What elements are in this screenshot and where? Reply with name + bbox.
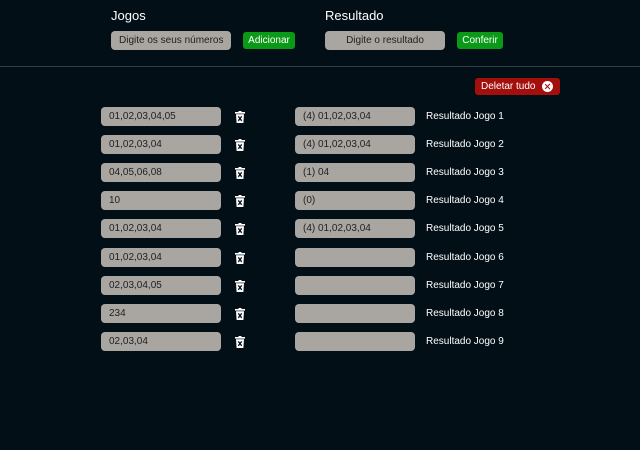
trash-x-icon[interactable] [235, 307, 245, 320]
game-result-field: (4) 01,02,03,04 [295, 135, 415, 155]
header-divider [0, 66, 640, 67]
game-row: 02,03,04 Resultado Jogo 9 [0, 331, 640, 352]
game-numbers-field[interactable]: 04,05,06,08 [101, 163, 221, 183]
game-row: 01,02,03,04,05 (4) 01,02,03,04 Resultado… [0, 107, 640, 127]
game-result-field: (0) [295, 191, 415, 211]
game-numbers-field[interactable]: 02,03,04 [101, 331, 221, 351]
add-button[interactable]: Adicionar [243, 32, 295, 49]
trash-x-icon[interactable] [235, 251, 245, 264]
game-row: 01,02,03,04 (4) 01,02,03,04 Resultado Jo… [0, 135, 640, 155]
trash-x-icon[interactable] [235, 195, 245, 208]
trash-x-icon[interactable] [235, 279, 245, 292]
game-result-field [295, 247, 415, 267]
x-circle-icon [542, 81, 553, 92]
game-result-label: Resultado Jogo 5 [426, 223, 504, 235]
game-result-field [295, 303, 415, 323]
game-result-label: Resultado Jogo 1 [426, 111, 504, 122]
game-result-label: Resultado Jogo 9 [426, 335, 504, 347]
trash-x-icon[interactable] [235, 139, 245, 152]
trash-x-icon[interactable] [235, 335, 245, 348]
game-result-label: Resultado Jogo 7 [426, 279, 504, 291]
game-result-label: Resultado Jogo 4 [426, 195, 504, 207]
game-numbers-field[interactable]: 01,02,03,04 [101, 247, 221, 267]
game-numbers-field[interactable]: 10 [101, 191, 221, 211]
game-numbers-field[interactable]: 01,02,03,04 [101, 135, 221, 155]
game-row: 04,05,06,08 (1) 04 Resultado Jogo 3 [0, 163, 640, 183]
game-numbers-field[interactable]: 02,03,04,05 [101, 275, 221, 295]
game-result-field: (4) 01,02,03,04 [295, 107, 415, 126]
game-result-field [295, 275, 415, 295]
game-numbers-field[interactable]: 01,02,03,04 [101, 219, 221, 239]
game-result-field: (4) 01,02,03,04 [295, 219, 415, 239]
delete-all-label: Deletar tudo [481, 81, 536, 92]
trash-x-icon[interactable] [235, 223, 245, 236]
game-numbers-field[interactable]: 234 [101, 303, 221, 323]
game-row: 10 (0) Resultado Jogo 4 [0, 191, 640, 211]
check-button[interactable]: Conferir [457, 32, 503, 49]
game-result-label: Resultado Jogo 8 [426, 307, 504, 319]
game-result-field [295, 331, 415, 351]
game-row: 234 Resultado Jogo 8 [0, 303, 640, 324]
game-row: 02,03,04,05 Resultado Jogo 7 [0, 275, 640, 296]
game-numbers-field[interactable]: 01,02,03,04,05 [101, 107, 221, 126]
game-result-label: Resultado Jogo 2 [426, 139, 504, 151]
delete-all-button[interactable]: Deletar tudo [475, 78, 560, 95]
trash-x-icon[interactable] [235, 167, 245, 180]
results-input[interactable] [325, 31, 445, 50]
trash-x-icon[interactable] [235, 111, 245, 123]
game-row: 01,02,03,04 Resultado Jogo 6 [0, 247, 640, 268]
results-title: Resultado [325, 8, 384, 23]
game-result-field: (1) 04 [295, 163, 415, 183]
games-title: Jogos [111, 8, 146, 23]
game-result-label: Resultado Jogo 3 [426, 167, 504, 179]
game-result-label: Resultado Jogo 6 [426, 251, 504, 263]
game-row: 01,02,03,04 (4) 01,02,03,04 Resultado Jo… [0, 219, 640, 239]
games-input[interactable] [111, 31, 231, 50]
